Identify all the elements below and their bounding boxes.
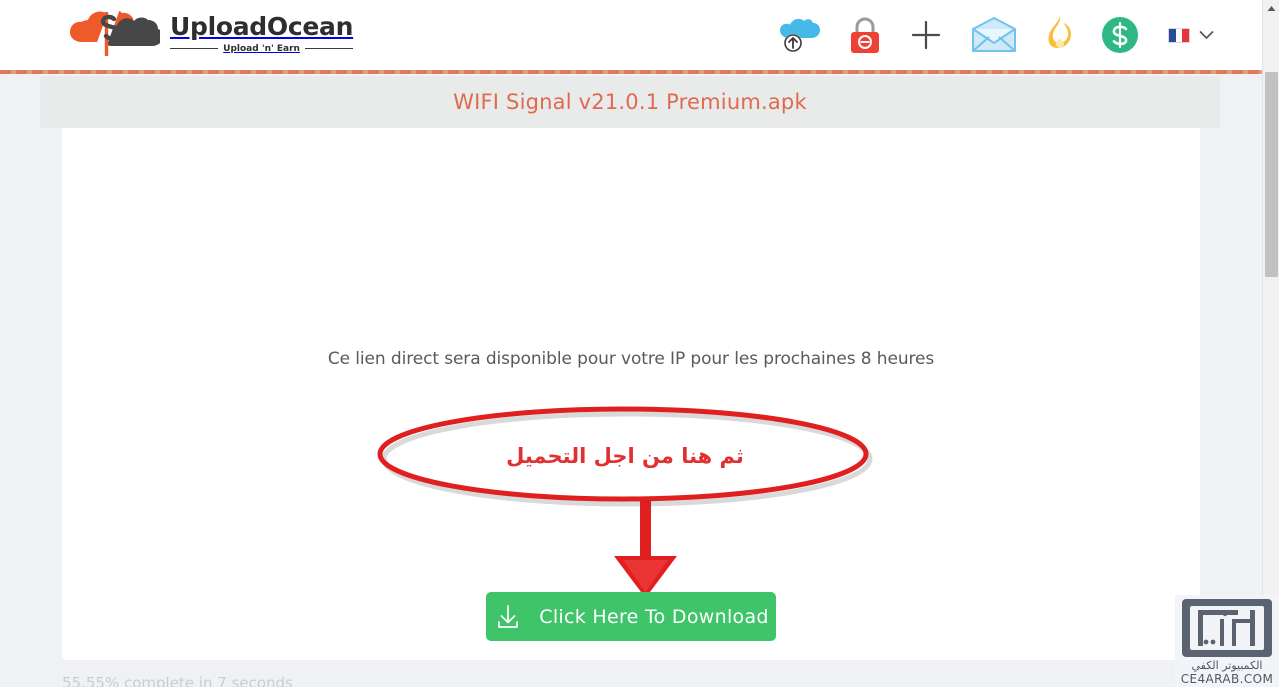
ce4arab-logo [1182,599,1272,657]
annotation-label: ثم هنا من اجل التحميل [506,444,744,468]
vertical-scrollbar[interactable] [1262,0,1279,687]
scroll-up-arrow-icon[interactable] [1263,0,1279,17]
dollar-circle-icon[interactable] [1100,15,1140,55]
file-title-bar: WIFI Signal v21.0.1 Premium.apk [40,76,1220,128]
tagline-rule-left [170,48,219,50]
direct-link-note: Ce lien direct sera disponible pour votr… [327,349,935,369]
brand-tagline: Upload 'n' Earn [223,43,300,54]
tagline-rule-right [304,48,354,50]
progress-status-text-clipped: 55.55% complete in 7 seconds [62,676,562,687]
flag-fr-icon [1168,27,1190,43]
flame-icon[interactable] [1046,15,1072,55]
site-header: UploadOcean Upload 'n' Earn [0,0,1262,70]
page-root: UploadOcean Upload 'n' Earn WIFI Signal … [0,0,1279,687]
click-here-to-download-button[interactable]: Click Here To Download [486,592,776,641]
cloud-upload-icon[interactable] [778,16,820,54]
plus-icon[interactable] [910,19,942,51]
language-selector[interactable] [1168,27,1214,43]
brand-name: UploadOcean [170,12,354,42]
lock-remove-icon[interactable] [848,15,882,55]
download-button-label: Click Here To Download [539,605,769,628]
watermark-site: CE4ARAB.COM [1180,672,1274,686]
envelope-icon[interactable] [970,16,1018,54]
watermark-arabic: الكمبيوتر الكفي [1191,659,1263,672]
progress-status-text: 55.55% complete in 7 seconds [62,676,293,687]
download-icon [498,604,519,628]
header-dashed-rule [0,70,1262,74]
scrollbar-thumb[interactable] [1265,72,1278,277]
watermark: الكمبيوتر الكفي CE4ARAB.COM [1175,595,1279,687]
download-content-panel: Ce lien direct sera disponible pour votr… [62,128,1200,660]
file-name-heading: WIFI Signal v21.0.1 Premium.apk [453,90,807,114]
dollar-clouds-logo [70,9,160,59]
site-logo-link[interactable]: UploadOcean Upload 'n' Earn [62,6,353,62]
chevron-down-icon [1199,31,1214,39]
header-icon-bar [778,0,1214,70]
